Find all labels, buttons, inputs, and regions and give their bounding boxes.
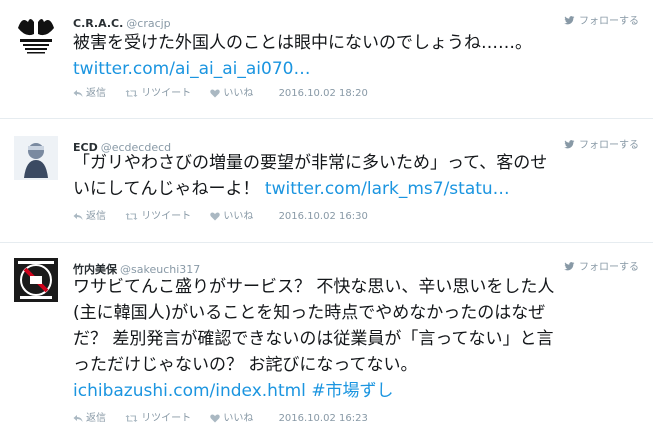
tweet-timestamp[interactable]: 2016.10.02 18:20 xyxy=(279,88,368,99)
follow-button[interactable]: フォローする xyxy=(564,136,639,151)
tweet-card: 竹内美保 @sakeuchi317 フォローする ワサビてんこ盛りがサービス？ 不… xyxy=(0,258,653,424)
hashtag-link[interactable]: #市場ずし xyxy=(311,381,393,401)
tweet-text-line: (主に韓国人)がいることを知った時点でやめなかったのはなぜ xyxy=(73,303,546,323)
avatar[interactable] xyxy=(14,12,58,56)
tweet-text-line: だ？ 差別発言が確認できないのは従業員が「言ってない」と言 xyxy=(73,329,554,349)
reply-icon xyxy=(73,213,83,220)
follow-label: フォローする xyxy=(579,16,639,27)
like-button[interactable]: いいね xyxy=(210,84,253,99)
author-name[interactable]: C.R.A.C. xyxy=(73,17,123,30)
tweet-text-line: 被害を受けた外国人のことは眼中にないのでしょうね……。 xyxy=(73,33,532,53)
reply-button[interactable]: 返信 xyxy=(73,84,106,99)
heart-icon xyxy=(210,89,221,98)
tweet-actions: 返信 リツイート いいね 2016.10.02 16:30 xyxy=(73,207,368,222)
reply-label: 返信 xyxy=(86,88,106,99)
divider xyxy=(0,118,653,119)
tweet-actions: 返信 リツイート いいね 2016.10.02 18:20 xyxy=(73,84,368,99)
divider xyxy=(0,242,653,243)
retweet-icon xyxy=(125,213,138,220)
reply-label: 返信 xyxy=(86,211,106,222)
tweet-actions: 返信 リツイート いいね 2016.10.02 16:23 xyxy=(73,409,368,424)
like-label: いいね xyxy=(223,211,254,222)
follow-button[interactable]: フォローする xyxy=(564,12,639,27)
retweet-button[interactable]: リツイート xyxy=(125,409,191,424)
like-button[interactable]: いいね xyxy=(210,207,253,222)
avatar[interactable] xyxy=(14,136,58,180)
tweet-text-line: いにしてんじゃねーよ！ xyxy=(73,179,265,199)
retweet-icon xyxy=(125,90,138,97)
retweet-label: リツイート xyxy=(141,88,192,99)
follow-label: フォローする xyxy=(579,140,639,151)
like-label: いいね xyxy=(223,88,254,99)
reply-icon xyxy=(73,90,83,97)
twitter-bird-icon xyxy=(564,262,575,271)
twitter-bird-icon xyxy=(564,140,575,149)
retweet-button[interactable]: リツイート xyxy=(125,207,191,222)
avatar[interactable] xyxy=(14,258,58,302)
follow-label: フォローする xyxy=(579,262,639,273)
reply-button[interactable]: 返信 xyxy=(73,207,106,222)
retweet-button[interactable]: リツイート xyxy=(125,84,191,99)
tweet-text: 被害を受けた外国人のことは眼中にないのでしょうね……。 twitter.com/… xyxy=(73,30,532,82)
follow-button[interactable]: フォローする xyxy=(564,258,639,273)
tweet-text-line: ワサビてんこ盛りがサービス？ 不快な思い、辛い思いをした人 xyxy=(73,277,555,297)
twitter-bird-icon xyxy=(564,16,575,25)
tweet-text-line: っただけじゃないの？ お詫びになってない。 xyxy=(73,355,418,375)
tweet-text: ワサビてんこ盛りがサービス？ 不快な思い、辛い思いをした人 (主に韓国人)がいる… xyxy=(73,274,554,404)
like-button[interactable]: いいね xyxy=(210,409,253,424)
tweet-text-line: 「ガリやわさびの増量の要望が非常に多いため」って、客のせ xyxy=(73,153,548,173)
retweet-label: リツイート xyxy=(141,211,192,222)
author-handle[interactable]: @cracjp xyxy=(126,17,170,30)
tweet-text: 「ガリやわさびの増量の要望が非常に多いため」って、客のせ いにしてんじゃねーよ！… xyxy=(73,150,547,202)
heart-icon xyxy=(210,212,221,221)
tweet-link[interactable]: twitter.com/lark_ms7/statu… xyxy=(265,179,510,199)
tweet-card: ECD @ecdecdecd フォローする 「ガリやわさびの増量の要望が非常に多い… xyxy=(0,136,653,236)
tweet-link[interactable]: twitter.com/ai_ai_ai_ai070… xyxy=(73,59,310,79)
tweet-timestamp[interactable]: 2016.10.02 16:30 xyxy=(279,211,368,222)
tweet-link[interactable]: ichibazushi.com/index.html xyxy=(73,381,306,401)
reply-button[interactable]: 返信 xyxy=(73,409,106,424)
tweet-card: C.R.A.C. @cracjp フォローする 被害を受けた外国人のことは眼中にな… xyxy=(0,12,653,112)
